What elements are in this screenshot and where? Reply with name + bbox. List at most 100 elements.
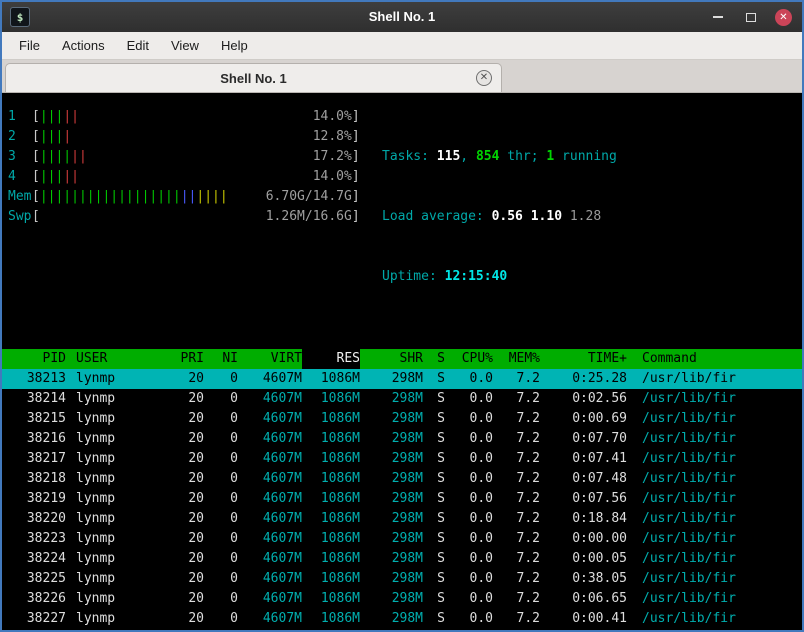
cell-command: /usr/lib/fir	[642, 611, 736, 626]
cell-time: 0:06.65	[572, 591, 627, 606]
cell-mem: 7.2	[516, 411, 540, 426]
column-header-pid[interactable]: PID	[8, 349, 66, 369]
column-header-pri[interactable]: PRI	[174, 349, 204, 369]
maximize-button[interactable]	[742, 8, 760, 26]
cell-pri: 20	[188, 571, 204, 586]
process-row[interactable]: 38224 lynmp 20 0 4607M 1086M 298M S 0.0 …	[2, 549, 802, 569]
minimize-icon	[713, 16, 723, 18]
cpu3-bars: ||||||	[39, 149, 87, 164]
process-row[interactable]: 38217 lynmp 20 0 4607M 1086M 298M S 0.0 …	[2, 449, 802, 469]
column-header-cpu[interactable]: CPU%	[445, 349, 493, 369]
cell-state: S	[437, 391, 445, 406]
menubar: File Actions Edit View Help	[2, 32, 802, 60]
info-column: Tasks: 115, 854 thr; 1 running Load aver…	[368, 107, 617, 327]
cell-ni: 0	[230, 531, 238, 546]
cell-ni: 0	[230, 511, 238, 526]
cell-res: 1086M	[320, 531, 360, 546]
column-header-state[interactable]: S	[423, 349, 445, 369]
tab-title: Shell No. 1	[220, 70, 287, 86]
column-header-res-sorted[interactable]: RES	[302, 349, 360, 369]
cell-user: lynmp	[76, 391, 116, 406]
column-header-mem[interactable]: MEM%	[493, 349, 540, 369]
menu-view[interactable]: View	[160, 32, 210, 60]
terminal-app-icon[interactable]: $	[10, 7, 30, 27]
cell-shr: 298M	[391, 551, 423, 566]
cell-mem: 7.2	[516, 551, 540, 566]
cell-ni: 0	[230, 371, 238, 386]
column-header-virt[interactable]: VIRT	[238, 349, 302, 369]
cell-pid: 38219	[26, 491, 66, 506]
cpu-meter-4: 4[||||| 14.0%]	[8, 167, 368, 187]
cell-state: S	[437, 591, 445, 606]
cell-user: lynmp	[76, 611, 116, 626]
htop-header-section: 1[||||| 14.0%] 2[|||| 12.8%] 3[|||||| 17.2%…	[2, 93, 802, 327]
cell-cpu: 0.0	[469, 511, 493, 526]
close-button[interactable]: ✕	[775, 8, 792, 26]
cell-time: 0:38.05	[572, 571, 627, 586]
process-row[interactable]: 38218 lynmp 20 0 4607M 1086M 298M S 0.0 …	[2, 469, 802, 489]
minimize-button[interactable]	[709, 8, 727, 26]
process-row[interactable]: 38215 lynmp 20 0 4607M 1086M 298M S 0.0 …	[2, 409, 802, 429]
cpu2-bars: ||||	[39, 129, 72, 144]
cell-state: S	[437, 491, 445, 506]
cell-mem: 7.2	[516, 471, 540, 486]
column-header-shr[interactable]: SHR	[360, 349, 423, 369]
menu-file[interactable]: File	[8, 32, 51, 60]
cell-res: 1086M	[320, 551, 360, 566]
cell-command: /usr/lib/fir	[642, 451, 736, 466]
cell-command: /usr/lib/fir	[642, 391, 736, 406]
tab-close-button[interactable]: ✕	[476, 70, 492, 86]
process-row[interactable]: 38228 lynmp 20 0 4607M 1086M 298M S 0.0 …	[2, 629, 802, 630]
cell-cpu: 0.0	[469, 531, 493, 546]
cell-pri: 20	[188, 551, 204, 566]
cell-res: 1086M	[320, 471, 360, 486]
cell-state: S	[437, 431, 445, 446]
menu-actions[interactable]: Actions	[51, 32, 116, 60]
cell-virt: 4607M	[262, 591, 302, 606]
cell-user: lynmp	[76, 471, 116, 486]
cell-shr: 298M	[391, 431, 423, 446]
memory-meter: Mem[|||||||||||||||||||||||| 6.70G/14.7G]	[8, 187, 368, 207]
cell-virt: 4607M	[262, 571, 302, 586]
cell-state: S	[423, 629, 445, 630]
process-row[interactable]: 38213 lynmp 20 0 4607M 1086M 298M S 0.0 …	[2, 369, 802, 389]
cell-cpu: 0.0	[469, 571, 493, 586]
column-header-time[interactable]: TIME+	[540, 349, 627, 369]
process-row[interactable]: 38214 lynmp 20 0 4607M 1086M 298M S 0.0 …	[2, 389, 802, 409]
menu-edit[interactable]: Edit	[116, 32, 160, 60]
process-row[interactable]: 38223 lynmp 20 0 4607M 1086M 298M S 0.0 …	[2, 529, 802, 549]
cell-command: /usr/lib/fir	[642, 511, 736, 526]
cell-virt: 4607M	[262, 471, 302, 486]
cell-cpu: 0.0	[469, 471, 493, 486]
column-header-user[interactable]: USER	[66, 349, 174, 369]
cell-virt: 4607M	[262, 491, 302, 506]
cell-user: lynmp	[66, 629, 174, 630]
cpu3-percent: 17.2%	[312, 149, 352, 164]
menu-help[interactable]: Help	[210, 32, 259, 60]
cell-shr: 298M	[391, 611, 423, 626]
process-row[interactable]: 38219 lynmp 20 0 4607M 1086M 298M S 0.0 …	[2, 489, 802, 509]
process-row[interactable]: 38216 lynmp 20 0 4607M 1086M 298M S 0.0 …	[2, 429, 802, 449]
cell-user: lynmp	[76, 531, 116, 546]
cell-time: 0:07.41	[572, 451, 627, 466]
process-row[interactable]: 38225 lynmp 20 0 4607M 1086M 298M S 0.0 …	[2, 569, 802, 589]
process-row[interactable]: 38220 lynmp 20 0 4607M 1086M 298M S 0.0 …	[2, 509, 802, 529]
cell-pid: 38218	[26, 471, 66, 486]
column-header-command[interactable]: Command	[627, 349, 798, 369]
cell-pri: 20	[188, 531, 204, 546]
maximize-icon	[746, 12, 756, 22]
cell-ni: 0	[230, 451, 238, 466]
load-5min: 1.10	[530, 209, 570, 224]
cell-mem: 7.2	[516, 531, 540, 546]
tab-shell-no-1[interactable]: Shell No. 1 ✕	[5, 63, 502, 92]
cell-res: 1086M	[320, 411, 360, 426]
load-average-line: Load average: 0.56 1.10 1.28	[382, 209, 602, 224]
cell-res: 1086M	[320, 371, 360, 386]
process-row[interactable]: 38227 lynmp 20 0 4607M 1086M 298M S 0.0 …	[2, 609, 802, 629]
cell-virt: 4607M	[262, 531, 302, 546]
process-row[interactable]: 38226 lynmp 20 0 4607M 1086M 298M S 0.0 …	[2, 589, 802, 609]
column-header-ni[interactable]: NI	[204, 349, 238, 369]
window-title: Shell No. 1	[368, 9, 436, 24]
cell-time: 0:02.56	[572, 391, 627, 406]
